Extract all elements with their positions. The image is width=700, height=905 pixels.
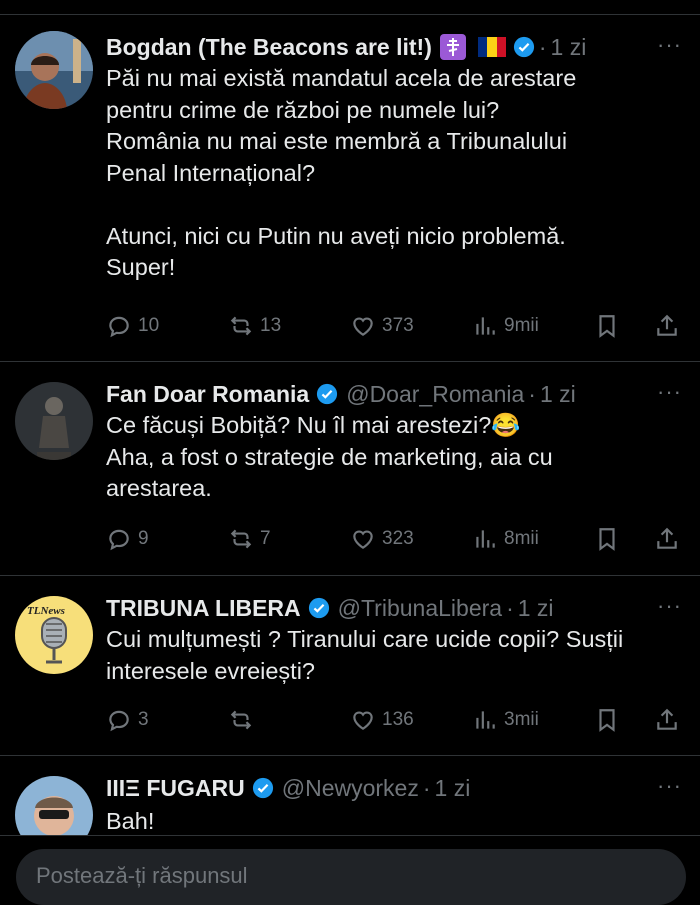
repost-icon	[228, 526, 254, 552]
like-count: 373	[382, 315, 414, 336]
like-count: 136	[382, 709, 414, 730]
verified-badge-icon	[513, 36, 534, 58]
timestamp[interactable]: 1 zi	[540, 381, 576, 408]
top-divider	[0, 0, 700, 15]
bookmark-button[interactable]	[594, 705, 620, 735]
views-button[interactable]: 9mii	[472, 311, 539, 341]
author-handle[interactable]: @Doar_Romania	[346, 381, 524, 408]
tweet-header: Bogdan (The Beacons are lit!) · 1 zi	[106, 32, 690, 62]
avatar-bogdan-image	[15, 31, 93, 109]
romania-flag-icon	[477, 37, 506, 57]
like-button[interactable]: 373	[350, 311, 414, 341]
reply-icon	[106, 526, 132, 552]
like-button[interactable]: 136	[350, 705, 414, 735]
timestamp[interactable]: 1 zi	[435, 775, 471, 802]
author-name[interactable]: Bogdan (The Beacons are lit!)	[106, 34, 432, 61]
more-options-icon[interactable]: ···	[657, 32, 682, 58]
bookmark-icon	[594, 707, 620, 733]
repost-button[interactable]: 7	[228, 524, 271, 554]
share-button[interactable]	[654, 705, 680, 735]
tweet-text: Bah!	[106, 808, 155, 834]
tweet[interactable]: Bogdan (The Beacons are lit!) · 1 zi ···…	[0, 15, 700, 362]
repost-icon	[228, 313, 254, 339]
views-count: 9mii	[504, 315, 539, 336]
avatar-tribuna-logo: TLNews	[15, 596, 93, 674]
tweet-text: Cui mulțumești ? Tiranului care ucide co…	[106, 626, 624, 684]
tweet-actions: 9 7 323 8mii	[106, 524, 678, 554]
reply-bar: Postează-ți răspunsul	[0, 835, 700, 905]
reply-button[interactable]: 3	[106, 705, 149, 735]
views-count: 8mii	[504, 528, 539, 549]
reply-button[interactable]: 10	[106, 311, 159, 341]
share-button[interactable]	[654, 311, 680, 341]
reply-icon	[106, 707, 132, 733]
reply-count: 10	[138, 315, 160, 336]
like-icon	[350, 707, 376, 733]
repost-icon	[228, 707, 254, 733]
tweet[interactable]: IIIΞ FUGARU @Newyorkez · 1 zi ··· Bah!	[0, 756, 700, 854]
reply-count: 3	[138, 709, 149, 730]
tweet[interactable]: TLNews TRIBUNA LIBERA @TribunaLibera · 1…	[0, 576, 700, 756]
like-icon	[350, 526, 376, 552]
views-count: 3mii	[504, 709, 539, 730]
views-icon	[472, 707, 498, 733]
separator-dot: ·	[422, 774, 431, 801]
share-icon	[654, 526, 680, 552]
orthodox-cross-icon	[439, 34, 466, 60]
author-handle[interactable]: @TribunaLibera	[338, 595, 502, 622]
tweet-actions: 3 136 3mii	[106, 705, 678, 735]
verified-badge-icon	[308, 597, 329, 619]
reply-input[interactable]: Postează-ți răspunsul	[16, 849, 686, 905]
tweet[interactable]: Fan Doar Romania @Doar_Romania · 1 zi ··…	[0, 362, 700, 576]
views-button[interactable]: 8mii	[472, 524, 539, 554]
views-icon	[472, 526, 498, 552]
author-handle[interactable]: @Newyorkez	[282, 775, 419, 802]
reply-icon	[106, 313, 132, 339]
reply-count: 9	[138, 528, 149, 549]
repost-button[interactable]	[228, 705, 260, 735]
repost-count: 7	[260, 528, 271, 549]
bookmark-icon	[594, 313, 620, 339]
repost-button[interactable]: 13	[228, 311, 281, 341]
avatar[interactable]	[15, 382, 93, 460]
separator-dot: ·	[528, 380, 536, 407]
avatar[interactable]: TLNews	[15, 596, 93, 674]
views-button[interactable]: 3mii	[472, 705, 539, 735]
reply-button[interactable]: 9	[106, 524, 149, 554]
verified-badge-icon	[252, 777, 273, 799]
like-count: 323	[382, 528, 414, 549]
tweet-text: Păi nu mai există mandatul acela de ares…	[106, 65, 577, 280]
author-name[interactable]: Fan Doar Romania	[106, 381, 309, 408]
bookmark-icon	[594, 526, 620, 552]
share-button[interactable]	[654, 524, 680, 554]
separator-dot: ·	[538, 33, 547, 60]
author-name[interactable]: IIIΞ FUGARU	[106, 775, 245, 802]
repost-count: 13	[260, 315, 282, 336]
author-name[interactable]: TRIBUNA LIBERA	[106, 595, 301, 622]
separator-dot: ·	[506, 594, 514, 621]
like-button[interactable]: 323	[350, 524, 414, 554]
verified-badge-icon	[317, 383, 338, 405]
share-icon	[654, 707, 680, 733]
avatar-fan-image	[15, 382, 93, 460]
more-options-icon[interactable]: ···	[657, 773, 682, 799]
views-icon	[472, 313, 498, 339]
avatar[interactable]	[15, 31, 93, 109]
more-options-icon[interactable]: ···	[657, 379, 682, 405]
bookmark-button[interactable]	[594, 524, 620, 554]
timestamp[interactable]: 1 zi	[518, 595, 554, 622]
tweet-header: TRIBUNA LIBERA @TribunaLibera · 1 zi	[106, 593, 690, 623]
tweet-header: Fan Doar Romania @Doar_Romania · 1 zi	[106, 379, 690, 409]
more-options-icon[interactable]: ···	[657, 593, 682, 619]
tweet-text: Ce făcuși Bobiță? Nu îl mai arestezi?😂 A…	[106, 412, 553, 501]
like-icon	[350, 313, 376, 339]
share-icon	[654, 313, 680, 339]
bookmark-button[interactable]	[594, 311, 620, 341]
timestamp[interactable]: 1 zi	[551, 34, 587, 61]
tribuna-logo-text: TLNews	[27, 605, 65, 617]
tweet-actions: 10 13 373 9mii	[106, 311, 678, 341]
tweet-header: IIIΞ FUGARU @Newyorkez · 1 zi	[106, 773, 690, 803]
